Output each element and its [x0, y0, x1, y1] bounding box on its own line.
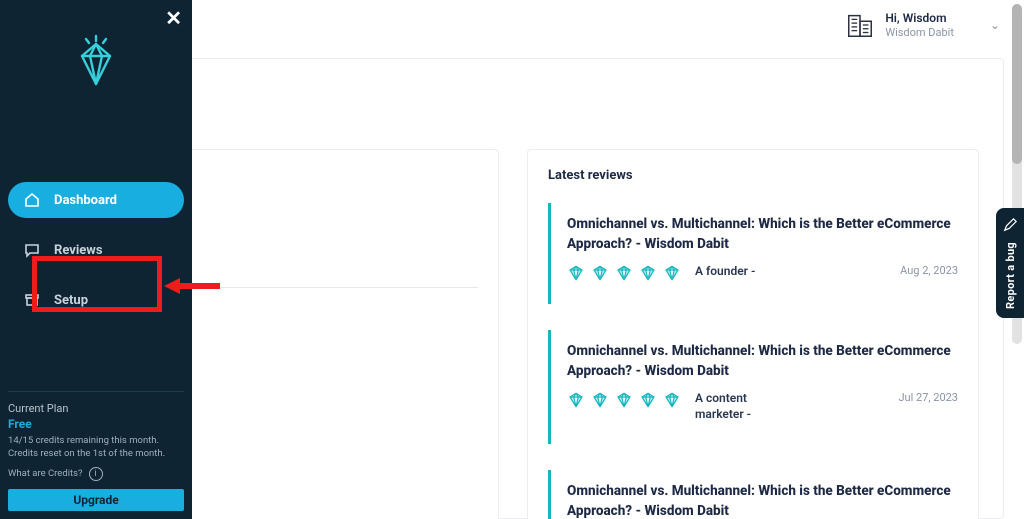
diamond-icon: [663, 391, 681, 409]
what-are-credits-link[interactable]: What are Credits?: [8, 468, 83, 481]
review-title: Omnichannel vs. Multichannel: Which is t…: [567, 215, 958, 254]
report-bug-tab[interactable]: Report a bug: [996, 208, 1024, 318]
diamond-icon: [639, 264, 657, 282]
plan-credits-line: 14/15 credits remaining this month.: [8, 435, 184, 448]
plan-label: Current Plan: [8, 402, 184, 415]
review-date: Aug 2, 2023: [900, 264, 958, 277]
pencil-icon: [1003, 217, 1017, 236]
app-logo: [8, 34, 184, 90]
review-item[interactable]: Omnichannel vs. Multichannel: Which is t…: [548, 330, 958, 444]
diamond-icon: [591, 391, 609, 409]
close-icon[interactable]: ✕: [165, 6, 182, 30]
review-item[interactable]: Omnichannel vs. Multichannel: Which is t…: [548, 470, 958, 519]
reviewer-role: A founder -: [695, 264, 755, 280]
user-account-menu[interactable]: Hi, Wisdom Wisdom Dabit ⌄: [845, 10, 1000, 40]
upgrade-button[interactable]: Upgrade: [8, 489, 184, 511]
sidebar-item-setup[interactable]: Setup: [8, 282, 184, 318]
diamond-icon: [567, 391, 585, 409]
diamond-icon: [615, 391, 633, 409]
archive-icon: [24, 292, 40, 308]
sidebar: ✕ Dashboard: [0, 0, 192, 519]
plan-name: Free: [8, 417, 184, 431]
review-item[interactable]: Omnichannel vs. Multichannel: Which is t…: [548, 203, 958, 304]
diamond-icon: [615, 264, 633, 282]
user-greeting: Hi, Wisdom: [885, 11, 954, 26]
sidebar-item-label: Setup: [54, 293, 88, 308]
building-icon: [845, 10, 875, 40]
user-workspace: Wisdom Dabit: [885, 26, 954, 40]
sidebar-item-dashboard[interactable]: Dashboard: [8, 182, 184, 218]
latest-reviews-heading: Latest reviews: [548, 168, 958, 183]
diamond-icon: [663, 264, 681, 282]
rating-diamonds: [567, 264, 681, 282]
sidebar-item-label: Reviews: [54, 243, 103, 258]
diamond-icon: [567, 264, 585, 282]
sidebar-item-reviews[interactable]: Reviews: [8, 232, 184, 268]
reviewer-role: A content marketer -: [695, 391, 785, 422]
plan-reset-line: Credits reset on the 1st of the month.: [8, 448, 184, 461]
info-icon[interactable]: i: [89, 467, 103, 481]
review-date: Jul 27, 2023: [898, 391, 958, 404]
review-title: Omnichannel vs. Multichannel: Which is t…: [567, 482, 958, 519]
diamond-icon: [639, 391, 657, 409]
home-icon: [24, 192, 40, 208]
review-title: Omnichannel vs. Multichannel: Which is t…: [567, 342, 958, 381]
report-bug-label: Report a bug: [1004, 242, 1017, 309]
chat-icon: [24, 242, 40, 258]
sidebar-item-label: Dashboard: [54, 193, 117, 208]
diamond-icon: [591, 264, 609, 282]
rating-diamonds: [567, 391, 681, 409]
chevron-down-icon: ⌄: [990, 18, 1000, 32]
latest-reviews-panel: Latest reviews Omnichannel vs. Multichan…: [527, 149, 979, 519]
scrollbar-thumb[interactable]: [1012, 4, 1022, 164]
plan-info: Current Plan Free 14/15 credits remainin…: [8, 391, 184, 511]
